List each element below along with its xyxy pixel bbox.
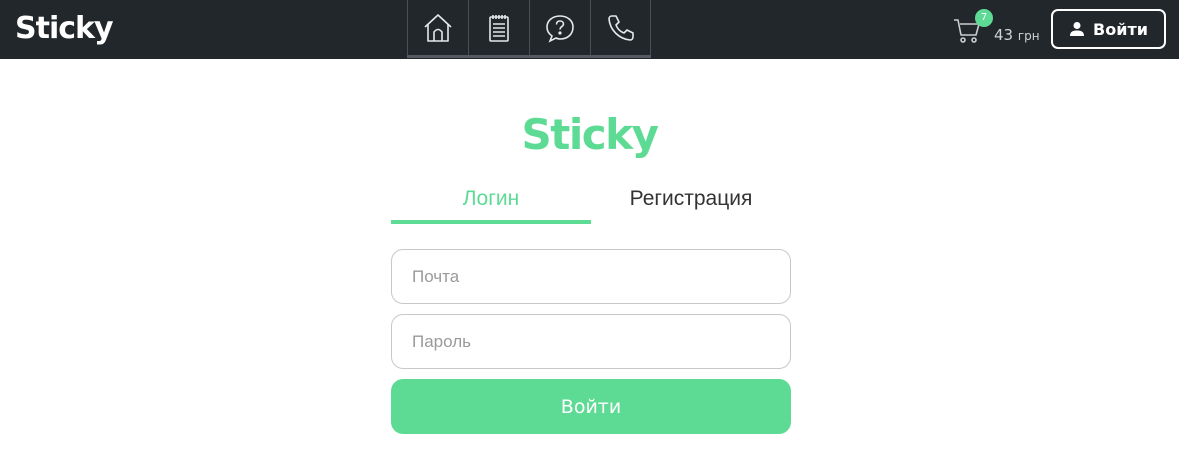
- user-icon: [1070, 22, 1085, 36]
- brand-logo[interactable]: Sticky: [15, 9, 114, 49]
- nav-item-faq[interactable]: [529, 0, 590, 55]
- cart-count-badge: 7: [975, 9, 993, 27]
- nav-item-menu[interactable]: [468, 0, 529, 55]
- top-navigation-bar: Sticky 7 43 грн Войти: [0, 0, 1179, 59]
- cart-currency: грн: [1017, 29, 1040, 43]
- email-input[interactable]: [391, 249, 791, 304]
- tab-login[interactable]: Логин: [391, 181, 591, 224]
- notepad-icon: [489, 14, 509, 42]
- header-login-label: Войти: [1093, 19, 1148, 39]
- tab-registration[interactable]: Регистрация: [591, 181, 791, 224]
- nav-item-home[interactable]: [407, 0, 468, 55]
- auth-tabs: Логин Регистрация: [391, 181, 791, 224]
- login-panel: Sticky Логин Регистрация Войти: [0, 59, 1179, 455]
- nav-item-contacts[interactable]: [590, 0, 651, 55]
- question-icon: [546, 14, 574, 43]
- phone-icon: [607, 14, 634, 41]
- main-nav: [407, 0, 651, 58]
- home-icon: [424, 13, 452, 42]
- password-input[interactable]: [391, 314, 791, 369]
- form-logo: Sticky: [521, 110, 659, 159]
- login-submit-button[interactable]: Войти: [391, 379, 791, 434]
- cart-button[interactable]: 7: [952, 9, 993, 47]
- header-login-button[interactable]: Войти: [1051, 9, 1166, 49]
- cart-total: 43 грн: [994, 25, 1040, 46]
- cart-amount: 43: [994, 26, 1014, 44]
